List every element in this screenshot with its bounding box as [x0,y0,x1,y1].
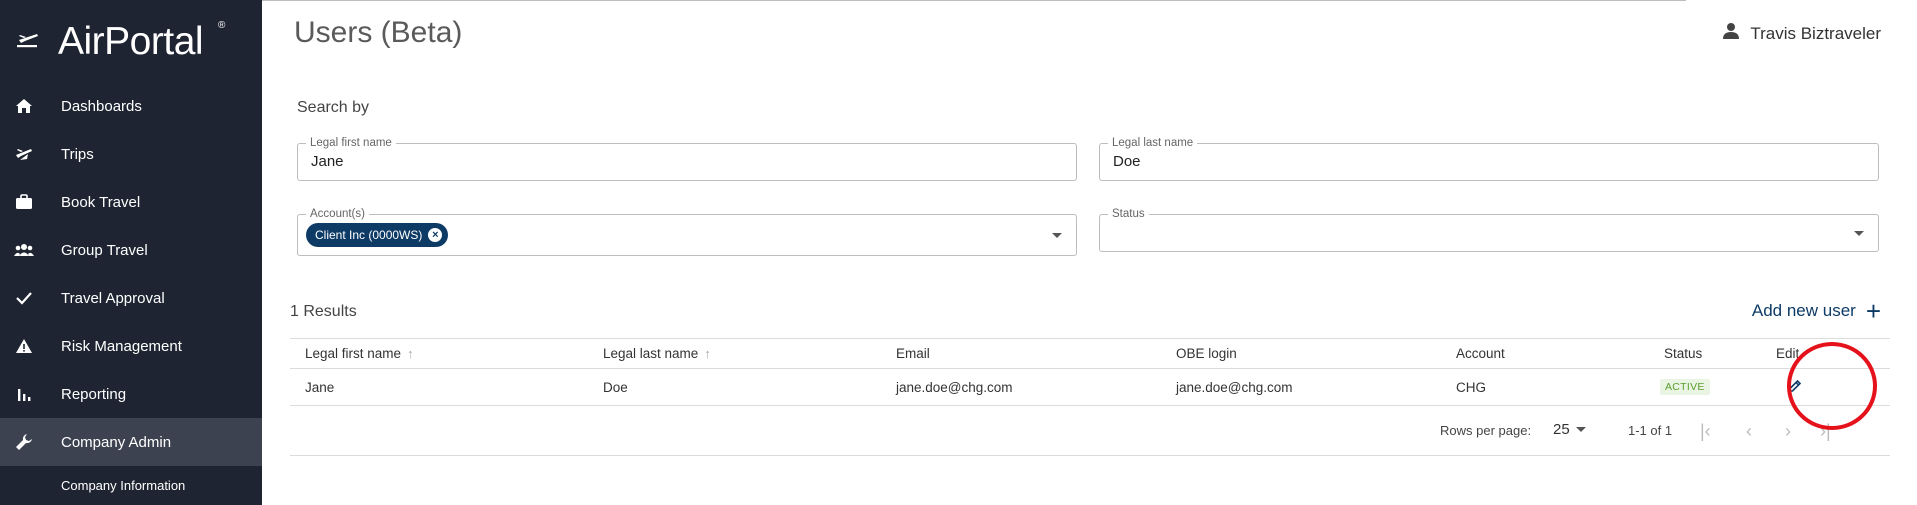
sort-arrow-icon[interactable]: ↑ [704,346,711,361]
pagination: Rows per page: 25 1-1 of 1 |‹ ‹ › ›| [290,412,1890,456]
last-name-value[interactable]: Doe [1113,153,1141,170]
sidebar-nav: Dashboards Trips Book Travel Group Trave… [0,82,262,466]
table-row: Jane Doe jane.doe@chg.com jane.doe@chg.c… [290,369,1890,406]
sort-arrow-icon[interactable]: ↑ [407,346,414,361]
users-table: Legal first name ↑ Legal last name ↑ Email… [290,338,1890,406]
rows-per-page-select[interactable]: 25 [1553,421,1586,438]
sidebar-item-book-travel[interactable]: Book Travel [0,178,262,226]
sidebar-item-company-admin[interactable]: Company Admin [0,418,262,466]
sidebar-item-label: Risk Management [61,337,182,355]
status-badge: ACTIVE [1660,379,1710,395]
first-name-field[interactable]: Legal first name Jane [297,136,1077,181]
chevron-down-icon[interactable] [1052,233,1062,238]
sidebar-item-dashboards[interactable]: Dashboards [0,82,262,130]
menu-plane-icon[interactable] [17,31,39,49]
page-title: Users (Beta) [294,16,463,49]
accounts-label: Account(s) [306,207,369,221]
top-divider [262,0,1686,1]
cell-obe-login: jane.doe@chg.com [1176,379,1293,395]
brand: AirPortal ® [0,0,262,80]
pencil-icon [1788,379,1802,396]
chevron-down-icon [1575,427,1586,432]
page-range: 1-1 of 1 [1628,423,1673,438]
sidebar-item-trips[interactable]: Trips [0,130,262,178]
user-name: Travis Biztraveler [1750,23,1881,43]
sidebar-item-group-travel[interactable]: Group Travel [0,226,262,274]
bar-chart-icon [14,384,34,404]
account-chip-label: Client Inc (0000WS) [315,228,423,242]
sidebar: AirPortal ® Dashboards Trips Book Travel [0,0,262,505]
chip-remove-icon[interactable]: × [428,228,443,242]
warning-icon [14,336,34,356]
rows-per-page-value: 25 [1553,421,1570,438]
search-heading: Search by [297,99,370,116]
next-page-icon[interactable]: › [1785,421,1791,442]
sidebar-item-label: Trips [61,145,94,163]
cell-email: jane.doe@chg.com [896,379,1013,395]
first-name-label: Legal first name [306,136,396,150]
sidebar-item-label: Group Travel [61,241,148,259]
results-count: 1 Results [290,303,357,320]
sidebar-item-travel-approval[interactable]: Travel Approval [0,274,262,322]
status-select[interactable]: Status [1099,207,1879,252]
column-header-edit: Edit [1776,346,1800,361]
column-header-first-name[interactable]: Legal first name ↑ [305,339,414,368]
group-icon [14,240,34,260]
briefcase-icon [14,192,34,212]
brand-registered-mark: ® [218,20,226,31]
last-page-icon[interactable]: ›| [1820,421,1831,442]
account-chip: Client Inc (0000WS) × [306,223,449,247]
plane-icon [14,144,34,164]
add-new-user-label: Add new user [1751,301,1856,320]
cell-status: ACTIVE [1660,369,1710,405]
sidebar-subitem-label: Company Information [61,478,186,493]
rows-per-page-label: Rows per page: [1440,423,1532,438]
cell-last-name: Doe [603,379,628,395]
home-icon [14,96,34,116]
last-name-label: Legal last name [1108,136,1198,150]
sidebar-item-label: Reporting [61,385,127,403]
last-name-field[interactable]: Legal last name Doe [1099,136,1879,181]
first-page-icon[interactable]: |‹ [1700,421,1711,442]
sidebar-item-label: Book Travel [61,193,141,211]
sidebar-item-risk-management[interactable]: Risk Management [0,322,262,370]
accounts-select[interactable]: Account(s) Client Inc (0000WS) × [297,207,1077,256]
previous-page-icon[interactable]: ‹ [1746,421,1752,442]
cell-first-name: Jane [305,379,335,395]
column-header-status: Status [1664,346,1703,361]
add-new-user-button[interactable]: Add new user + [1752,298,1881,324]
table-header: Legal first name ↑ Legal last name ↑ Email… [290,338,1890,369]
column-header-obe-login: OBE login [1176,346,1237,361]
user-icon [1722,22,1740,45]
column-header-last-name[interactable]: Legal last name ↑ [603,339,711,368]
edit-user-button[interactable] [1788,369,1802,405]
sidebar-item-label: Company Admin [61,433,172,451]
column-header-email: Email [896,346,930,361]
user-menu[interactable]: Travis Biztraveler [1722,22,1881,45]
sidebar-item-reporting[interactable]: Reporting [0,370,262,418]
status-label: Status [1108,207,1149,221]
sidebar-subitem-company-information[interactable]: Company Information [0,468,262,505]
wrench-icon [14,432,34,452]
first-name-value[interactable]: Jane [311,153,344,170]
sidebar-item-label: Dashboards [61,97,142,115]
brand-logo: AirPortal [58,20,204,63]
sidebar-item-label: Travel Approval [61,289,165,307]
checkmark-icon [14,288,34,308]
chevron-down-icon[interactable] [1854,231,1864,236]
cell-account: CHG [1456,379,1486,395]
plus-icon: + [1865,296,1881,326]
column-header-account: Account [1456,346,1505,361]
